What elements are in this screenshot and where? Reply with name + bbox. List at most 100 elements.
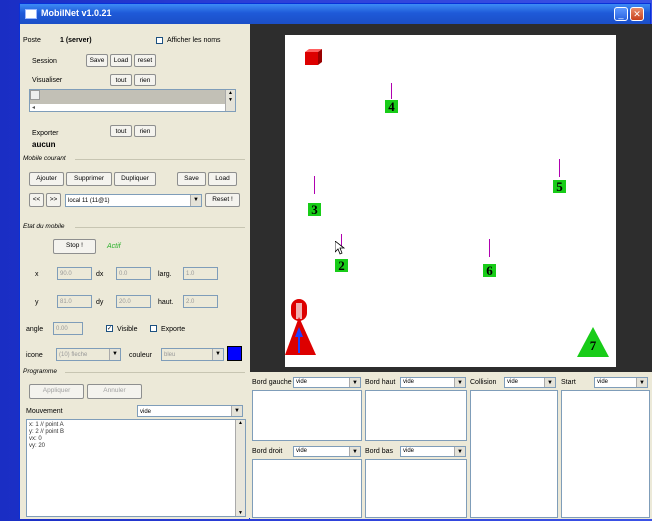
collision-label: Collision <box>470 379 497 386</box>
bord-bas-editor[interactable] <box>365 459 467 518</box>
larg-field[interactable]: 1.0 <box>183 267 218 280</box>
chevron-down-icon[interactable]: ▼ <box>636 378 647 387</box>
reset-mobile-button[interactable]: Reset ! <box>205 193 240 207</box>
chevron-down-icon[interactable]: ▼ <box>349 378 360 387</box>
scroll-up-icon[interactable]: ▲ <box>226 90 235 97</box>
start-editor[interactable] <box>561 390 650 518</box>
exporter-all-button[interactable]: tout <box>110 125 132 137</box>
mobile-save-button[interactable]: Save <box>177 172 206 186</box>
visualiser-all-button[interactable]: tout <box>110 74 132 86</box>
bord-bas-label: Bord bas <box>365 448 394 455</box>
bord-droit-label: Bord droit <box>252 448 283 455</box>
y-label: y <box>35 299 39 306</box>
visualiser-none-button[interactable]: rien <box>134 74 156 86</box>
icone-select[interactable]: (10) fleche ▼ <box>56 348 121 361</box>
chevron-down-icon[interactable]: ▼ <box>454 447 465 456</box>
visualiser-label: Visualiser <box>32 77 63 84</box>
scroll-left-icon[interactable]: ◂ <box>32 104 35 111</box>
mobile-select[interactable]: local 11 (11@1) ▼ <box>65 194 202 207</box>
angle-field[interactable]: 0.00 <box>53 322 83 335</box>
dy-field[interactable]: 20.0 <box>116 295 151 308</box>
session-reset-button[interactable]: reset <box>134 54 156 67</box>
app-icon <box>25 9 37 19</box>
close-button[interactable]: ✕ <box>630 7 644 21</box>
robot-label: 3 <box>308 203 321 216</box>
start-value: vide <box>597 379 609 385</box>
dx-field[interactable]: 0.0 <box>116 267 151 280</box>
add-button[interactable]: Ajouter <box>29 172 64 186</box>
chevron-down-icon[interactable]: ▼ <box>212 349 223 360</box>
x-label: x <box>35 271 39 278</box>
visualiser-list[interactable]: ▲ ▼ ◂ <box>29 89 236 112</box>
bord-bas-value: vide <box>403 448 415 454</box>
dx-label: dx <box>96 271 104 278</box>
show-names-label: Afficher les noms <box>167 37 221 44</box>
robot-label: 4 <box>385 100 398 113</box>
bord-haut-editor[interactable] <box>365 390 467 441</box>
chevron-down-icon[interactable]: ▼ <box>109 349 120 360</box>
previous-mobile-button[interactable]: << <box>29 193 44 207</box>
robot-label: 2 <box>335 259 348 272</box>
title-bar[interactable]: MobilNet v1.0.21 _ ✕ <box>20 4 650 24</box>
program-editor[interactable]: x: 1 // point A y: 2 // point B vx: 0 vy… <box>26 419 246 517</box>
visible-checkbox[interactable]: ✓ <box>106 325 113 332</box>
stop-button[interactable]: Stop ! <box>53 239 96 254</box>
chevron-down-icon[interactable]: ▼ <box>231 406 242 416</box>
session-save-button[interactable]: Save <box>86 54 108 67</box>
robot-direction <box>314 176 315 194</box>
visualiser-checkbox[interactable] <box>30 90 40 100</box>
bord-droit-value: vide <box>296 448 308 454</box>
program-section-title: Programme <box>23 368 57 375</box>
color-swatch[interactable] <box>227 346 242 361</box>
simulation-canvas[interactable]: 4 5 3 2 6 7 <box>285 35 616 367</box>
collision-editor[interactable] <box>470 390 558 518</box>
chevron-down-icon[interactable]: ▼ <box>349 447 360 456</box>
visualiser-scrollbar[interactable]: ▲ ▼ <box>225 90 235 111</box>
duplicate-button[interactable]: Dupliquer <box>114 172 156 186</box>
bord-droit-select[interactable]: vide ▼ <box>293 446 361 457</box>
separator <box>75 159 245 160</box>
exporter-none-button[interactable]: rien <box>134 125 156 137</box>
window-title: MobilNet v1.0.21 <box>41 8 112 18</box>
session-label: Session <box>32 58 57 65</box>
start-label: Start <box>561 379 576 386</box>
program-code: x: 1 // point A y: 2 // point B vx: 0 vy… <box>29 422 64 450</box>
chevron-down-icon[interactable]: ▼ <box>454 378 465 387</box>
chevron-down-icon[interactable]: ▼ <box>544 378 555 387</box>
x-field[interactable]: 90.0 <box>57 267 92 280</box>
visualiser-list-selection <box>30 90 227 104</box>
mobile-load-button[interactable]: Load <box>208 172 237 186</box>
robot-direction <box>391 83 392 99</box>
start-select[interactable]: vide ▼ <box>594 377 648 388</box>
editor-scrollbar[interactable]: ▲ ▼ <box>235 420 245 516</box>
scroll-up-icon[interactable]: ▲ <box>236 420 245 426</box>
scroll-down-icon[interactable]: ▼ <box>236 510 245 516</box>
minimize-button[interactable]: _ <box>614 7 628 21</box>
dy-label: dy <box>96 299 104 306</box>
haut-field[interactable]: 2.0 <box>183 295 218 308</box>
y-field[interactable]: 81.0 <box>57 295 92 308</box>
red-cube-icon[interactable] <box>301 49 327 71</box>
bord-gauche-select[interactable]: vide ▼ <box>293 377 361 388</box>
scroll-down-icon[interactable]: ▼ <box>226 97 235 104</box>
next-mobile-button[interactable]: >> <box>46 193 61 207</box>
couleur-select[interactable]: bleu ▼ <box>161 348 224 361</box>
bord-haut-select[interactable]: vide ▼ <box>400 377 466 388</box>
separator <box>65 372 245 373</box>
robot-direction <box>559 159 560 177</box>
exporte-checkbox[interactable] <box>150 325 157 332</box>
bord-droit-editor[interactable] <box>252 459 362 518</box>
chevron-down-icon[interactable]: ▼ <box>190 195 201 206</box>
code-line: vy: 20 <box>29 443 46 449</box>
bord-bas-select[interactable]: vide ▼ <box>400 446 466 457</box>
movement-select[interactable]: vide ▼ <box>137 405 243 417</box>
bord-gauche-editor[interactable] <box>252 390 362 441</box>
session-load-button[interactable]: Load <box>110 54 132 67</box>
delete-button[interactable]: Supprimer <box>66 172 112 186</box>
cancel-button[interactable]: Annuler <box>87 384 142 399</box>
collision-select[interactable]: vide ▼ <box>504 377 556 388</box>
show-names-checkbox[interactable] <box>156 37 163 44</box>
selected-robot-icon[interactable] <box>285 297 319 355</box>
apply-button[interactable]: Appliquer <box>29 384 84 399</box>
robot-7[interactable]: 7 <box>577 327 609 357</box>
